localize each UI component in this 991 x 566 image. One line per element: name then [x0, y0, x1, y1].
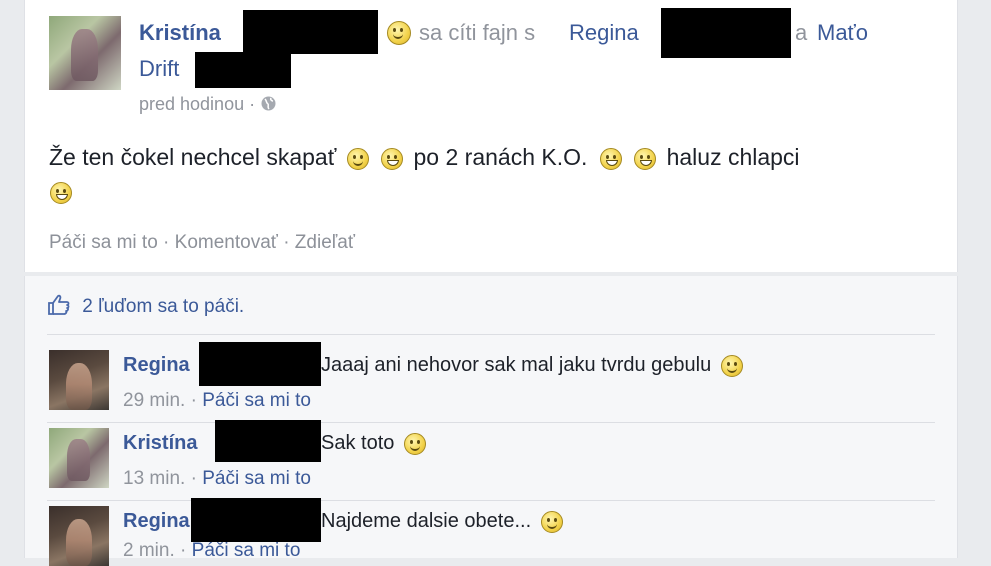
post-meta: pred hodinou ·: [139, 94, 277, 115]
meta-separator: ·: [190, 390, 197, 411]
comments-section: 2 ľuďom sa to páči. Regina Jaaaj ani neh…: [24, 276, 958, 566]
globe-icon: [261, 96, 276, 111]
feeling-smiley-icon: [387, 21, 411, 45]
like-button[interactable]: Páči sa mi to: [49, 232, 158, 253]
grin-icon: [50, 182, 72, 204]
comment-text: Najdeme dalsie obete...: [321, 510, 532, 532]
divider: [47, 334, 935, 335]
likes-summary[interactable]: 2 ľuďom sa to páči.: [82, 296, 244, 317]
grin-icon: [381, 147, 404, 170]
redaction: [195, 52, 291, 88]
tagged-regina[interactable]: Regina: [569, 20, 639, 46]
tagged-mato[interactable]: Maťo: [817, 20, 868, 46]
comment-text-row: Sak toto: [321, 432, 426, 455]
post-card: Kristína sa cíti fajn s Regina a Maťo Dr…: [24, 0, 958, 272]
post-actions: Páči sa mi to · Komentovať · Zdieľať: [49, 232, 355, 254]
comment-meta: 13 min. · Páči sa mi to: [123, 468, 311, 490]
comment-time[interactable]: 13 min.: [123, 468, 185, 489]
comment-time[interactable]: 29 min.: [123, 390, 185, 411]
likes-summary-row: 2 ľuďom sa to páči.: [47, 294, 244, 318]
redaction: [199, 342, 321, 386]
post-header-line1: Kristína: [139, 20, 221, 46]
divider: [47, 500, 935, 501]
smiley-icon: [720, 354, 743, 377]
comment-author[interactable]: Regina: [123, 510, 190, 533]
comment-text: Sak toto: [321, 432, 395, 454]
comment-like-button[interactable]: Páči sa mi to: [202, 390, 311, 411]
redaction: [215, 420, 321, 462]
comment-meta: 29 min. · Páči sa mi to: [123, 390, 311, 412]
comment-meta: 2 min. · Páči sa mi to: [123, 540, 300, 562]
action-separator: ·: [283, 232, 290, 253]
comment-text-row: Najdeme dalsie obete...: [321, 510, 563, 533]
redaction: [661, 8, 791, 58]
comment-like-button[interactable]: Páči sa mi to: [202, 468, 311, 489]
smiley-icon: [403, 432, 426, 455]
post-text-1: Že ten čokel nechcel skapať: [49, 144, 337, 170]
grin-icon: [634, 147, 657, 170]
action-separator: ·: [163, 232, 170, 253]
share-button[interactable]: Zdieľať: [295, 232, 355, 253]
tagged-drift[interactable]: Drift: [139, 56, 179, 82]
grin-icon: [599, 147, 622, 170]
comment-author[interactable]: Kristína: [123, 432, 197, 455]
thumbs-up-icon: [48, 294, 70, 315]
comment-button[interactable]: Komentovať: [175, 232, 278, 253]
post-body-line1: Že ten čokel nechcel skapať po 2 ranách …: [49, 144, 800, 171]
divider: [47, 422, 935, 423]
comment-text-row: Jaaaj ani nehovor sak mal jaku tvrdu geb…: [321, 354, 743, 377]
conjunction: a: [795, 20, 808, 45]
author-avatar[interactable]: [49, 16, 121, 90]
meta-separator: ·: [190, 468, 197, 489]
commenter-avatar[interactable]: [49, 350, 109, 410]
post-text-2: po 2 ranách K.O.: [413, 144, 588, 170]
commenter-avatar[interactable]: [49, 506, 109, 566]
comment-author[interactable]: Regina: [123, 354, 190, 377]
redaction: [191, 498, 321, 542]
feeling-text: sa cíti fajn s: [419, 20, 536, 45]
comment-text: Jaaaj ani nehovor sak mal jaku tvrdu geb…: [321, 354, 712, 376]
commenter-avatar[interactable]: [49, 428, 109, 488]
post-text-3: haluz chlapci: [666, 144, 800, 170]
post-time[interactable]: pred hodinou: [139, 94, 244, 114]
smiley-icon: [346, 147, 369, 170]
meta-separator: ·: [249, 94, 256, 114]
author-name[interactable]: Kristína: [139, 20, 221, 45]
redaction: [243, 10, 378, 54]
smiley-icon: [540, 510, 563, 533]
